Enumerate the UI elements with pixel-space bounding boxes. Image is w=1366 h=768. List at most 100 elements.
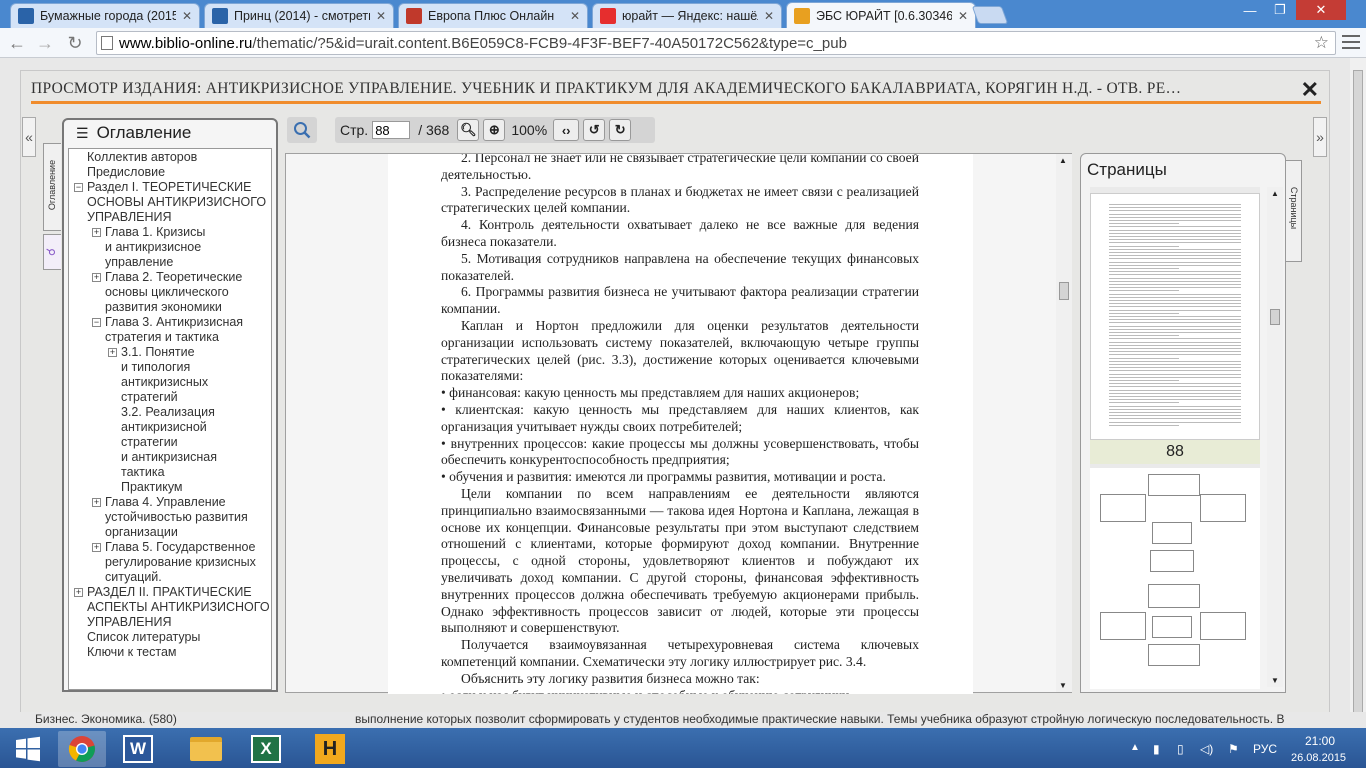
close-tab-icon[interactable]: ✕ (376, 9, 386, 23)
thumbnail-text-line (1109, 255, 1241, 257)
close-tab-icon[interactable]: ✕ (958, 9, 968, 23)
book-paragraph: • клиентская: какую ценность мы представ… (441, 401, 919, 434)
thumbnail-page-number: 88 (1090, 440, 1260, 464)
thumbnail-diagram-box (1200, 612, 1246, 640)
flag-icon[interactable]: ⚑ (1228, 742, 1239, 756)
network-icon[interactable]: ▮ (1153, 742, 1160, 756)
description-text: выполнение которых позволит сформировать… (355, 712, 1285, 726)
close-tab-icon[interactable]: ✕ (570, 9, 580, 23)
toc-item[interactable]: − Глава 3. Антикризисная стратегия и такт… (69, 315, 271, 345)
thumbnail-page[interactable] (1090, 468, 1260, 689)
toc-vertical-tab[interactable]: Оглавление (43, 143, 61, 231)
bookmark-star-icon[interactable]: ☆ (1314, 33, 1329, 53)
bookmarks-vertical-tab[interactable]: ☌ (43, 234, 61, 270)
thumbnail-page[interactable] (1090, 193, 1260, 440)
category-link[interactable]: Бизнес. Экономика. (580) (35, 712, 177, 726)
thumbnail-text-line (1109, 322, 1241, 324)
fit-width-button[interactable]: ‹› (553, 119, 580, 141)
film-icon (212, 8, 228, 24)
close-viewer-icon[interactable]: ✕ (1301, 77, 1319, 103)
toc-item[interactable]: Практикум (69, 480, 271, 495)
expand-icon[interactable]: + (92, 273, 101, 282)
close-tab-icon[interactable]: ✕ (182, 9, 192, 23)
rotate-right-button[interactable]: ↻ (609, 119, 632, 141)
battery-icon[interactable]: ▯ (1177, 742, 1184, 756)
browser-tab[interactable]: Принц (2014) - смотреть ✕ (204, 3, 394, 28)
forward-icon[interactable]: → (34, 33, 56, 53)
collapse-right-button[interactable]: » (1313, 117, 1327, 157)
browser-tab[interactable]: Европа Плюс Онлайн ✕ (398, 3, 588, 28)
toc-item[interactable]: Коллектив авторов (69, 150, 271, 165)
toc-item[interactable]: Список литературы (69, 630, 271, 645)
minimize-button[interactable]: — (1236, 0, 1264, 20)
book-paragraph: Получается взаимоувязанная четырехуровне… (441, 637, 919, 669)
search-icon (294, 122, 311, 139)
thumbnail-text-line (1109, 344, 1241, 346)
word-taskbar-button[interactable]: W (114, 731, 162, 767)
collapse-icon[interactable]: − (74, 183, 83, 192)
browser-tab-title: Европа Плюс Онлайн (428, 9, 555, 23)
thumbnail-diagram-box (1148, 584, 1200, 608)
windows-start-button[interactable] (4, 731, 52, 767)
excel-taskbar-button[interactable]: X (242, 731, 290, 767)
explorer-taskbar-button[interactable] (182, 731, 230, 767)
search-button[interactable] (287, 117, 317, 143)
menu-icon[interactable] (1342, 33, 1360, 51)
thumbnail-text-line (1109, 252, 1241, 253)
toc-item[interactable]: − Раздел I. ТЕОРЕТИЧЕСКИЕ ОСНОВЫ АНТИКРИЗ… (69, 180, 271, 225)
page-scrollbar[interactable] (1350, 58, 1366, 730)
clock-time[interactable]: 21:00 (1305, 734, 1335, 748)
address-bar[interactable]: www.biblio-online.ru/thematic/?5&id=urai… (96, 31, 1336, 55)
toc-item[interactable]: + Глава 1. Кризисы и антикризисное управл… (69, 225, 271, 270)
language-indicator[interactable]: РУС (1253, 742, 1277, 756)
volume-icon[interactable]: ◁) (1200, 742, 1213, 756)
page-area-scrollbar[interactable]: ▲ ▼ (1056, 154, 1072, 692)
browser-tab[interactable]: ЭБС ЮРАЙТ [0.6.30346] ✕ (786, 2, 976, 28)
thumbnail-list[interactable]: 88 (1090, 187, 1260, 689)
viewer-title: ПРОСМОТР ИЗДАНИЯ: АНТИКРИЗИСНОЕ УПРАВЛЕН… (31, 80, 1182, 97)
toc-item[interactable]: + РАЗДЕЛ II. ПРАКТИЧЕСКИЕ АСПЕКТЫ АНТИКРИ… (69, 585, 271, 630)
maximize-button[interactable]: ❐ (1266, 0, 1294, 20)
thumbnail-text-line (1109, 229, 1241, 231)
browser-tab[interactable]: юрайт — Яндекс: нашёл ✕ (592, 3, 782, 28)
pages-vertical-tab[interactable]: Страницы (1286, 160, 1302, 262)
expand-icon[interactable]: + (108, 348, 117, 357)
reload-icon[interactable]: ↻ (64, 33, 86, 53)
chrome-taskbar-button[interactable] (58, 731, 106, 767)
thumbnail-text-line (1109, 328, 1241, 330)
collapse-icon[interactable]: − (92, 318, 101, 327)
toc-item[interactable]: Ключи к тестам (69, 645, 271, 660)
browser-tab[interactable]: Бумажные города (2015) ✕ (10, 3, 200, 28)
toc-item[interactable]: + Глава 2. Теоретические основы циклическ… (69, 270, 271, 315)
tray-expand-icon[interactable]: ▲ (1130, 742, 1140, 753)
toc-item[interactable]: Предисловие (69, 165, 271, 180)
toc-item[interactable]: 3.2. Реализация антикризисной стратегии … (69, 405, 271, 480)
new-tab-button[interactable] (971, 6, 1009, 24)
zoom-in-button[interactable]: ⊕ (483, 119, 506, 141)
thumbnail-diagram-box (1152, 522, 1192, 544)
collapse-left-button[interactable]: « (22, 117, 36, 157)
thumbnails-scrollbar[interactable]: ▲ ▼ (1267, 187, 1283, 687)
thumbnail-text-line (1109, 232, 1241, 234)
rotate-right-icon: ↻ (614, 122, 626, 137)
clock-date[interactable]: 26.08.2015 (1291, 752, 1346, 764)
expand-icon[interactable]: + (92, 498, 101, 507)
zoom-out-button[interactable]: 🔍︎ (457, 119, 480, 141)
expand-icon[interactable]: + (92, 543, 101, 552)
expand-icon[interactable]: + (74, 588, 83, 597)
toc-item[interactable]: +3.1. Понятие и типология антикризисных … (69, 345, 271, 405)
back-icon[interactable]: ← (6, 33, 28, 53)
rotate-left-button[interactable]: ↺ (583, 119, 606, 141)
toc-item-label: Коллектив авторов (87, 150, 198, 164)
toc-item[interactable]: + Глава 4. Управление устойчивостью разви… (69, 495, 271, 540)
toc-item[interactable]: + Глава 5. Государственное регулирование … (69, 540, 271, 585)
thumbnail-diagram-box (1148, 474, 1200, 496)
close-tab-icon[interactable]: ✕ (764, 9, 774, 23)
toc-item-label: Практикум (121, 480, 183, 494)
app-h-taskbar-button[interactable]: H (306, 731, 354, 767)
page-number-input[interactable] (372, 121, 411, 139)
thumbnail-text-line (1109, 341, 1241, 343)
close-window-button[interactable]: ✕ (1296, 0, 1346, 20)
book-text: 2. Персонал не знает или не связывает ст… (441, 154, 919, 694)
expand-icon[interactable]: + (92, 228, 101, 237)
